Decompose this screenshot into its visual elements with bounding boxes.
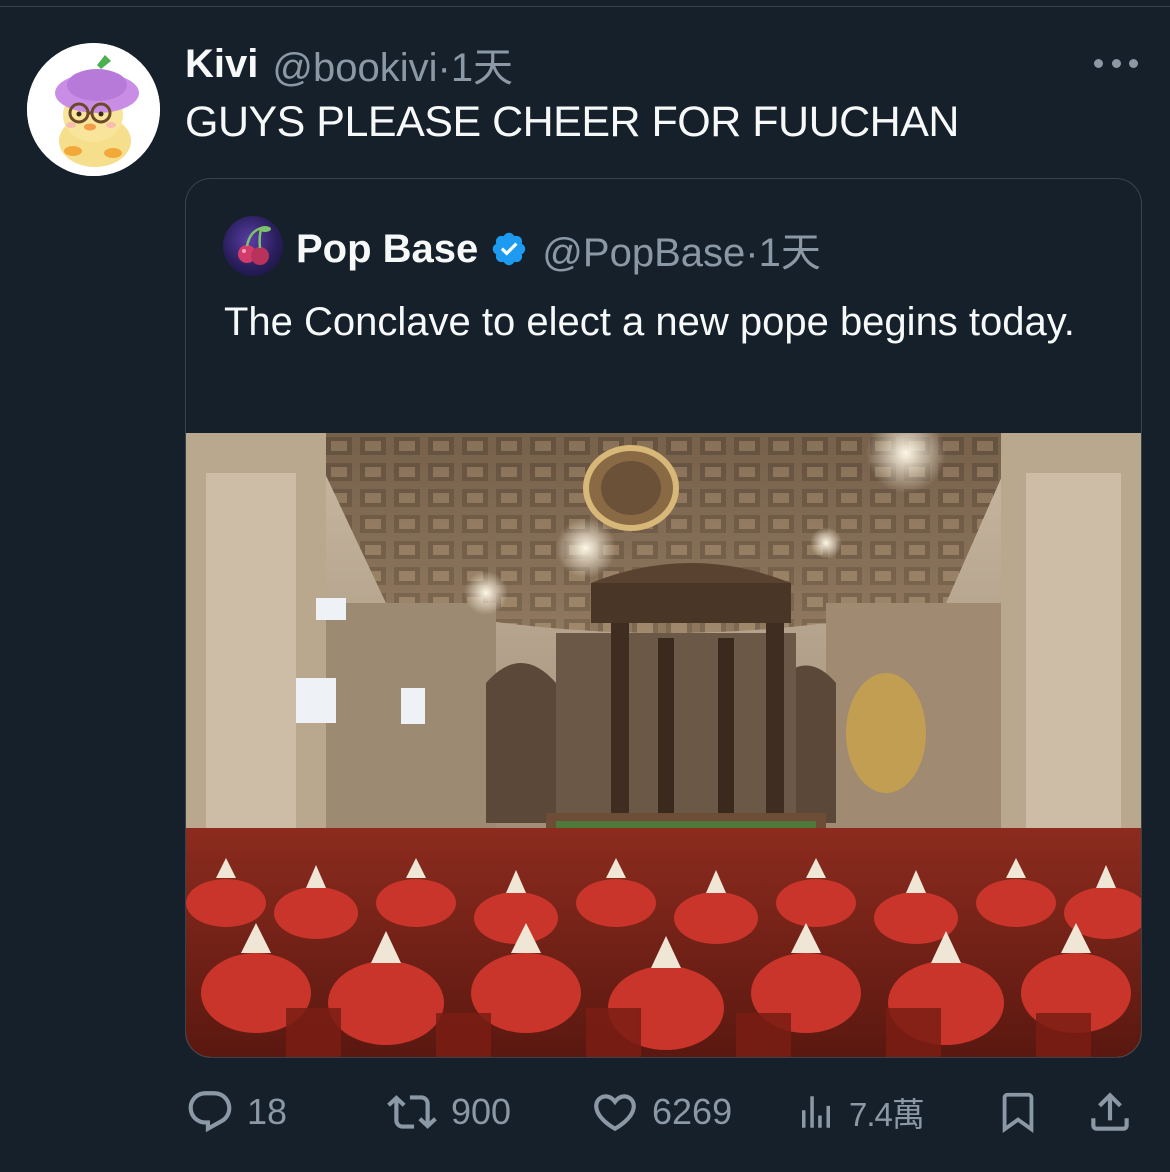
quote-header: Pop Base @PopBase·1天 — [296, 221, 821, 277]
like-count: 6269 — [652, 1091, 733, 1132]
tweet-text: GUYS PLEASE CHEER FOR FUUCHAN — [185, 98, 959, 146]
duck-avatar-icon — [27, 43, 160, 176]
basilica-photo — [186, 433, 1141, 1057]
separator: · — [437, 46, 451, 90]
action-bar: 18 900 6269 7.4萬 — [185, 1082, 1145, 1142]
quote-author-handle[interactable]: @PopBase — [542, 231, 745, 275]
quote-text: The Conclave to elect a new pope begins … — [224, 300, 1075, 344]
reply-button[interactable]: 18 — [185, 1082, 287, 1142]
timestamp[interactable]: 1天 — [451, 46, 513, 90]
reply-count: 18 — [247, 1091, 288, 1132]
quote-timestamp[interactable]: 1天 — [759, 231, 821, 275]
dot — [1094, 58, 1103, 68]
bookmark-icon — [1002, 1092, 1034, 1133]
like-button[interactable]: 6269 — [590, 1082, 732, 1142]
retweet-button[interactable]: 900 — [385, 1082, 511, 1142]
quote-photo[interactable] — [186, 433, 1141, 1057]
verified-badge-icon — [493, 232, 526, 266]
quote-author-name[interactable]: Pop Base — [296, 227, 478, 272]
quote-tweet-card[interactable]: Pop Base @PopBase·1天 The Conclave to ele… — [185, 178, 1142, 1058]
author-handle[interactable]: @bookivi — [272, 46, 437, 90]
author-handle-time[interactable]: @bookivi·1天 — [272, 35, 513, 93]
views-count: 7.4萬 — [849, 1096, 925, 1133]
dot — [1111, 58, 1121, 68]
separator: · — [745, 231, 759, 275]
dot — [1129, 58, 1138, 68]
heart-icon — [594, 1094, 636, 1132]
retweet-count: 900 — [451, 1091, 512, 1132]
share-button[interactable] — [1085, 1082, 1135, 1142]
more-dots-icon[interactable] — [1094, 48, 1138, 78]
author-name[interactable]: Kivi — [185, 42, 258, 87]
avatar[interactable] — [27, 43, 160, 176]
quote-handle-time[interactable]: @PopBase·1天 — [542, 220, 821, 278]
retweet-icon — [387, 1095, 437, 1129]
divider — [0, 6, 1170, 7]
bookmark-button[interactable] — [995, 1082, 1041, 1142]
reply-icon — [188, 1091, 232, 1133]
views-icon — [802, 1096, 830, 1128]
tweet-header: Kivi @bookivi·1天 — [185, 35, 513, 93]
quote-avatar[interactable] — [223, 216, 283, 276]
views-button[interactable]: 7.4萬 — [795, 1082, 925, 1142]
cherry-logo-icon — [238, 226, 271, 265]
share-icon — [1091, 1092, 1129, 1131]
